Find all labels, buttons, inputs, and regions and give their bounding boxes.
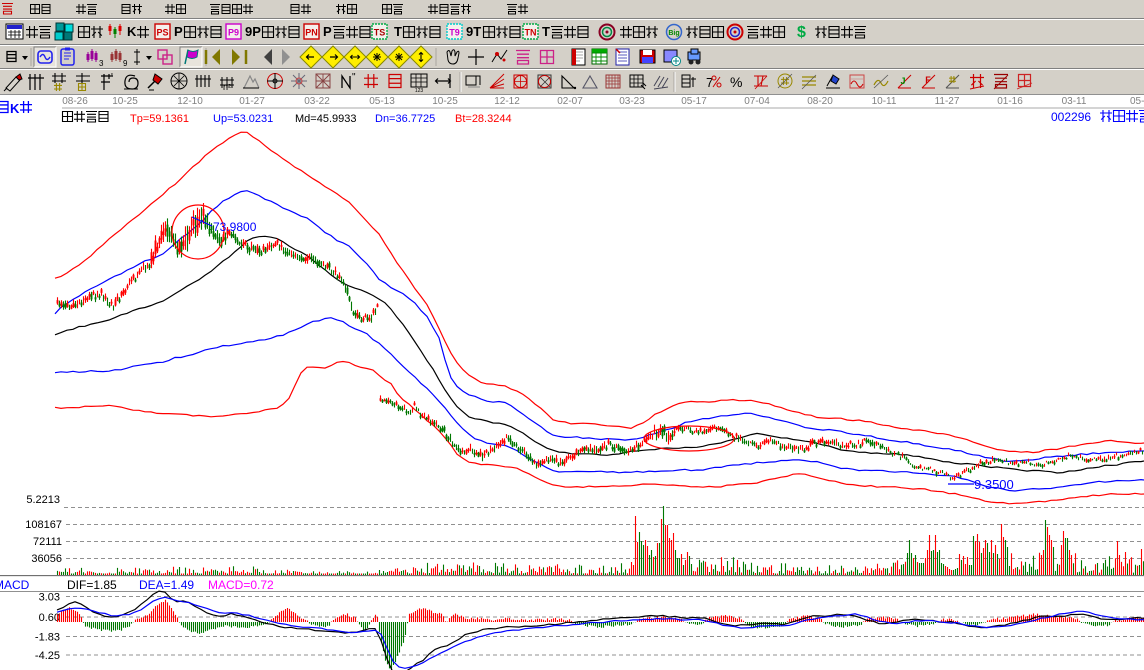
svg-text:PS: PS (156, 28, 168, 38)
svg-text:9.3500: 9.3500 (974, 477, 1014, 492)
svg-text:9P: 9P (245, 24, 261, 39)
svg-text:P: P (174, 24, 183, 39)
svg-text:36056: 36056 (31, 553, 62, 565)
svg-text:07-04: 07-04 (744, 96, 770, 107)
svg-text:P: P (323, 24, 332, 39)
svg-text:Big: Big (668, 30, 679, 37)
svg-text:Md=45.9933: Md=45.9933 (295, 113, 356, 125)
svg-text:-1.83: -1.83 (35, 632, 60, 644)
svg-text:K: K (127, 24, 137, 39)
svg-text:Tp=59.1361: Tp=59.1361 (130, 113, 189, 125)
svg-text:Bt=28.3244: Bt=28.3244 (455, 113, 512, 125)
svg-text:K: K (10, 101, 20, 116)
svg-text:-4.25: -4.25 (35, 650, 60, 662)
svg-text:73.9800: 73.9800 (213, 220, 257, 234)
svg-text:P9: P9 (228, 28, 239, 38)
svg-text:": " (352, 72, 356, 83)
svg-text:F: F (925, 75, 931, 85)
svg-text:05-13: 05-13 (369, 96, 395, 107)
svg-text:72111: 72111 (33, 536, 62, 548)
svg-text:PN: PN (305, 28, 318, 38)
svg-text:%: % (730, 74, 742, 90)
svg-text:9T: 9T (466, 24, 481, 39)
svg-text:108167: 108167 (25, 519, 62, 531)
svg-text:10-25: 10-25 (112, 96, 138, 107)
svg-text:05-17: 05-17 (681, 96, 707, 107)
svg-text:T: T (542, 24, 550, 39)
svg-text:123: 123 (415, 88, 424, 94)
svg-text:n²: n² (223, 82, 231, 92)
svg-text:01-16: 01-16 (997, 96, 1023, 107)
svg-text:03-11: 03-11 (1062, 96, 1087, 107)
svg-text:01-27: 01-27 (239, 96, 265, 107)
svg-text:05-0: 05-0 (1130, 96, 1144, 107)
svg-text:MACD: MACD (0, 578, 30, 592)
svg-text:DEA=1.49: DEA=1.49 (139, 578, 194, 592)
svg-text:11-27: 11-27 (935, 96, 960, 107)
svg-text:12-10: 12-10 (177, 96, 203, 107)
svg-text:0.60: 0.60 (39, 612, 60, 624)
svg-text:Dn=36.7725: Dn=36.7725 (375, 113, 435, 125)
svg-text:03-23: 03-23 (619, 96, 645, 107)
svg-text:08-20: 08-20 (807, 96, 833, 107)
svg-text:MACD=0.72: MACD=0.72 (208, 578, 274, 592)
svg-text:9: 9 (123, 59, 128, 68)
svg-text:T: T (394, 24, 402, 39)
svg-text:DIF=1.85: DIF=1.85 (67, 578, 117, 592)
svg-text:03-22: 03-22 (304, 96, 330, 107)
svg-text:5.2213: 5.2213 (26, 494, 60, 506)
svg-text:08-26: 08-26 (62, 96, 88, 107)
svg-text:J: J (900, 76, 905, 86)
svg-text:10-11: 10-11 (872, 96, 897, 107)
svg-text:': ' (111, 72, 113, 83)
svg-text:3: 3 (99, 59, 104, 68)
svg-text:Up=53.0231: Up=53.0231 (213, 113, 273, 125)
svg-text:TN: TN (525, 28, 537, 38)
svg-text:3.03: 3.03 (39, 592, 60, 604)
svg-text:10-25: 10-25 (432, 96, 458, 107)
svg-text:$: $ (797, 24, 806, 41)
svg-text:12-12: 12-12 (494, 96, 520, 107)
svg-text:02-07: 02-07 (557, 96, 583, 107)
svg-text:002296: 002296 (1051, 110, 1091, 124)
svg-text:TS: TS (374, 28, 386, 38)
svg-text:T9: T9 (449, 28, 460, 38)
